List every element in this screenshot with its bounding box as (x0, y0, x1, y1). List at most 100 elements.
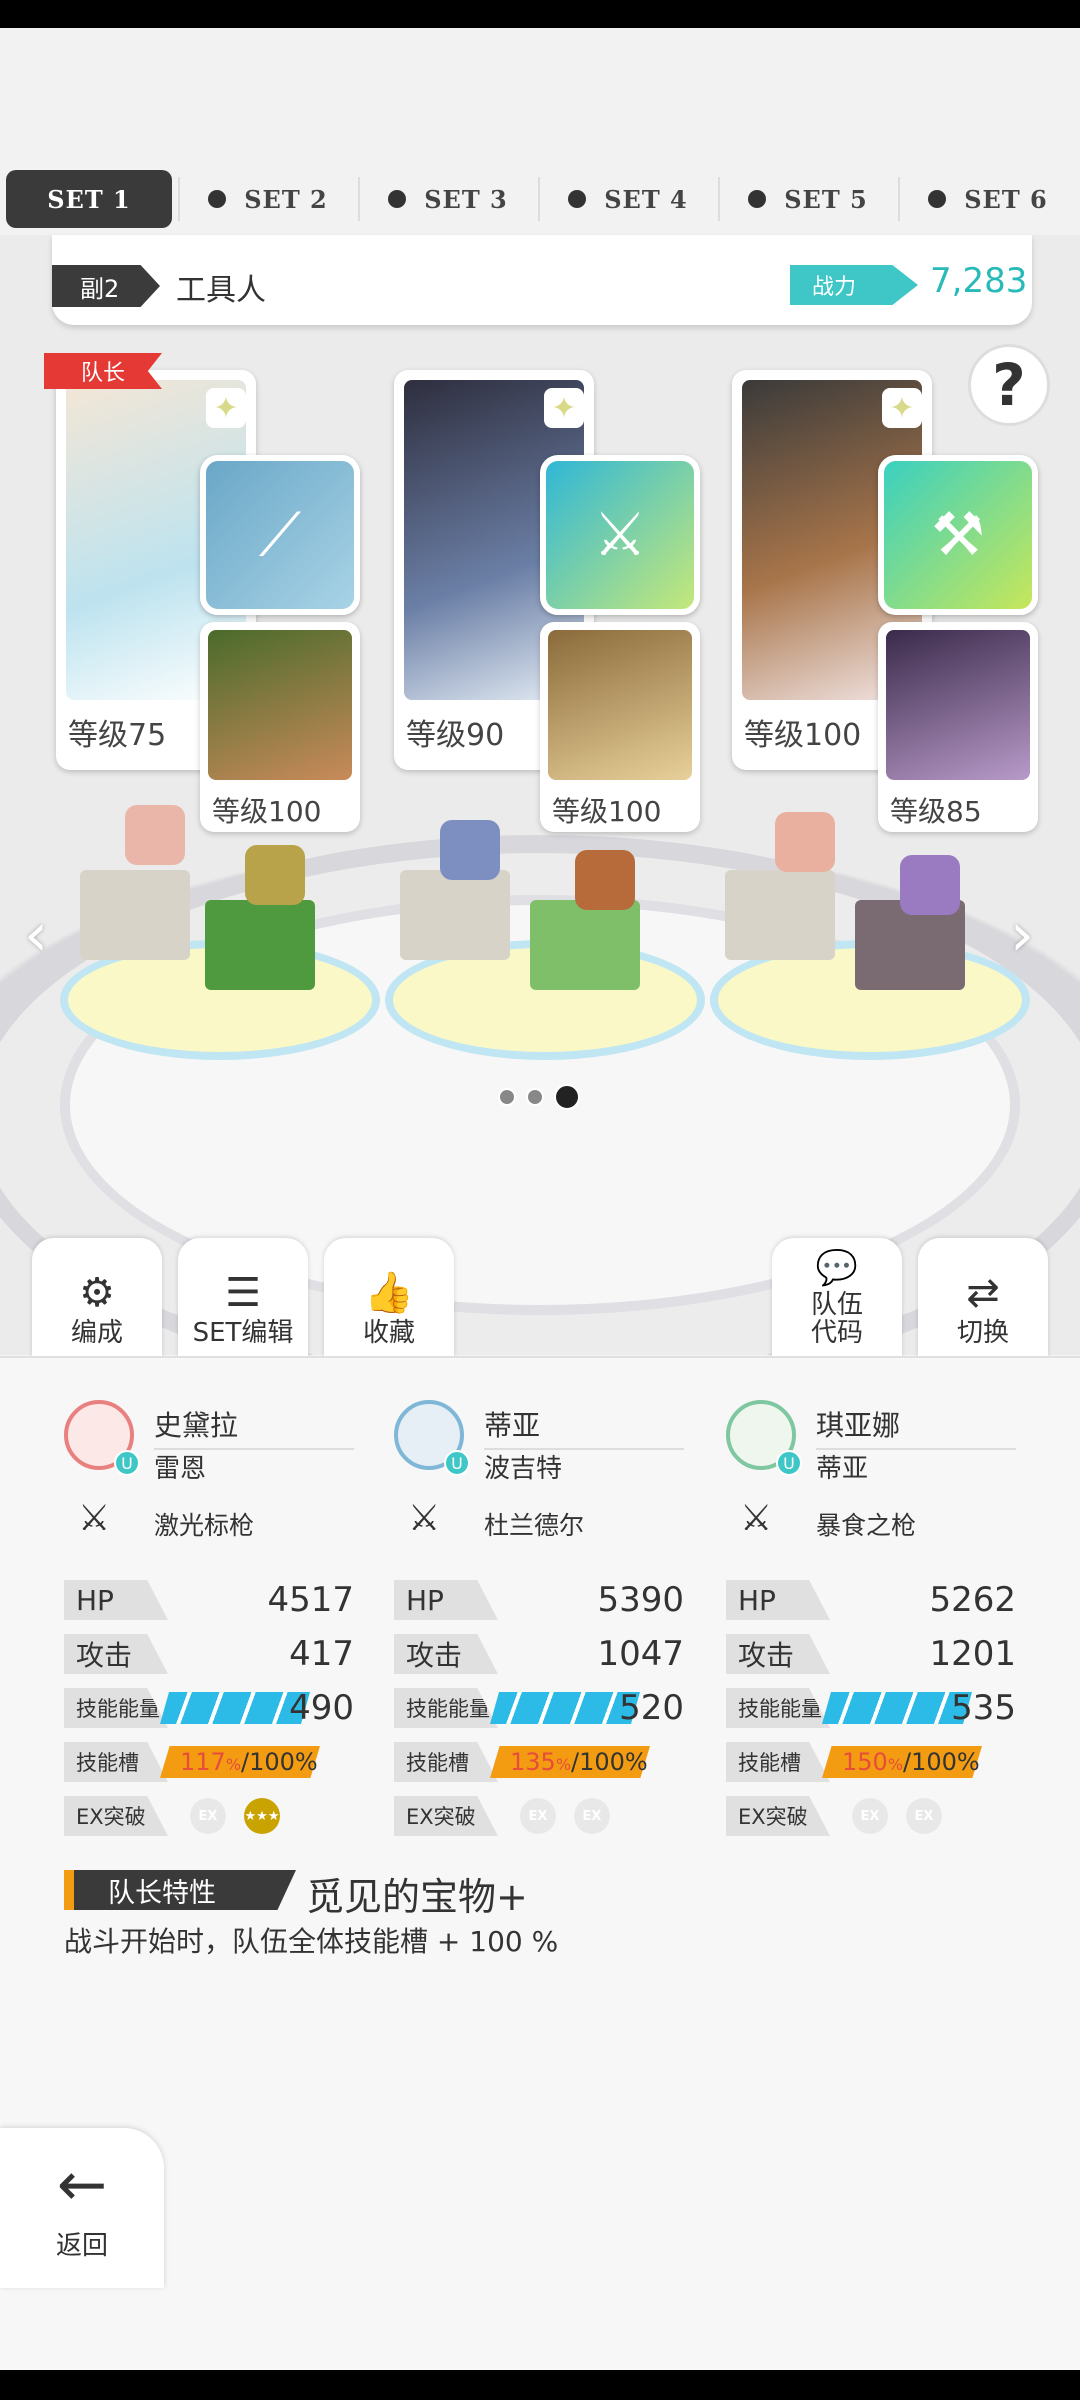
atk-row: 攻击 1047 (394, 1634, 684, 1674)
power-value: 7,283 (930, 261, 1028, 301)
character-sprite-1 (125, 805, 185, 865)
tab-set-3[interactable]: SET 3 (358, 163, 538, 235)
swap-icon: ⇄ (966, 1270, 1000, 1317)
sub-character-card-3[interactable]: 等级85 (878, 622, 1038, 832)
u-badge-icon: U (444, 1450, 470, 1476)
sub-character-card-2[interactable]: 等级100 (540, 622, 700, 832)
slot-label: 技能槽 (726, 1742, 830, 1782)
tower-block (80, 870, 190, 960)
team-code-label: 队伍 代码 (810, 1289, 863, 1349)
back-button[interactable]: ← 返回 (0, 2128, 164, 2288)
u-badge-icon: U (776, 1450, 802, 1476)
member-name: 琪亚娜 (816, 1404, 1016, 1450)
sub-character-card-1[interactable]: 等级100 (200, 622, 360, 832)
arrow-left-icon: ← (56, 2149, 108, 2220)
sub-member-name: 雷恩 (154, 1454, 207, 1484)
energy-row: 技能能量 535 (726, 1688, 1016, 1728)
weapon-slot-1[interactable]: ⟋ (200, 455, 360, 615)
slot-unit: % (555, 1755, 572, 1774)
team-code-button[interactable]: 💬 队伍 代码 (772, 1238, 902, 1358)
character-sprite-2 (440, 820, 500, 880)
favorite-button[interactable]: 👍 收藏 (324, 1238, 454, 1358)
tab-set-4[interactable]: SET 4 (538, 163, 718, 235)
sparkle-icon: ✦ (206, 388, 246, 428)
energy-row: 技能能量 520 (394, 1688, 684, 1728)
tab-set-5[interactable]: SET 5 (718, 163, 898, 235)
hp-label: HP (726, 1580, 830, 1620)
weapon-slot-2[interactable]: ⚔ (540, 455, 700, 615)
tower-block (725, 870, 835, 960)
leader-skill-tag: 队长特性 (64, 1870, 296, 1910)
weapon-name: 杜兰德尔 (484, 1511, 585, 1540)
page-dot (498, 1088, 516, 1106)
atk-label: 攻击 (64, 1634, 168, 1674)
sub-character-portrait (548, 630, 692, 780)
weapon-icon: ⚔ (78, 1498, 111, 1539)
set-edit-button[interactable]: ☰ SET编辑 (178, 1238, 308, 1358)
hp-row: HP 5390 (394, 1580, 684, 1620)
help-button[interactable]: ? (968, 344, 1050, 426)
switch-button[interactable]: ⇄ 切换 (918, 1238, 1048, 1358)
sub-sprite-1 (245, 845, 305, 905)
atk-label: 攻击 (726, 1634, 830, 1674)
power-label: 战力 (790, 265, 918, 305)
ex-star-icon: ★★★ (244, 1798, 280, 1834)
dot-icon (928, 190, 947, 208)
u-badge-icon: U (114, 1450, 140, 1476)
energy-row: 技能能量 490 (64, 1688, 354, 1728)
sub-member-name: 波吉特 (484, 1454, 563, 1484)
member-name: 蒂亚 (484, 1404, 684, 1450)
team-tag: 副2 (52, 265, 160, 307)
ex-badge-icon: EX (520, 1798, 556, 1834)
page-dot-active (554, 1084, 580, 1110)
ex-badge-icon: EX (906, 1798, 942, 1834)
slot-label: 技能槽 (64, 1742, 168, 1782)
prev-arrow-icon[interactable]: ‹ (24, 900, 48, 970)
grass-block (205, 900, 315, 990)
team-name-bar[interactable]: 副2 工具人 战力 7,283 (52, 235, 1032, 325)
grass-block (530, 900, 640, 990)
set-tabs: SET 1 SET 2 SET 3 SET 4 SET 5 SET 6 (0, 163, 1080, 235)
ex-row: EX突破 EX EX (726, 1796, 1016, 1836)
formation-button[interactable]: ⚙ 编成 (32, 1238, 162, 1358)
tab-set-6[interactable]: SET 6 (898, 163, 1078, 235)
hammer-icon: ⚒ (931, 500, 985, 570)
ex-row: EX突破 EX ★★★ (64, 1796, 354, 1836)
tab-label: SET 6 (964, 184, 1048, 214)
hp-label: HP (64, 1580, 168, 1620)
sub-character-level: 等级100 (552, 795, 662, 828)
hp-label: HP (394, 1580, 498, 1620)
sub-character-level: 等级85 (890, 795, 982, 828)
hp-row: HP 4517 (64, 1580, 354, 1620)
character-level: 等级90 (406, 718, 505, 753)
thumbs-up-icon: 👍 (364, 1270, 414, 1317)
sub-sprite-2 (575, 850, 635, 910)
energy-label: 技能能量 (726, 1688, 830, 1728)
energy-bar (490, 1692, 640, 1724)
energy-bar (160, 1692, 310, 1724)
slot-value: 135%/100% (510, 1748, 648, 1776)
weapon-slot-3[interactable]: ⚒ (878, 455, 1038, 615)
status-bar (0, 0, 1080, 28)
switch-label: 切换 (956, 1318, 1009, 1349)
tab-set-2[interactable]: SET 2 (178, 163, 358, 235)
slot-value: 150%/100% (842, 1748, 980, 1776)
dot-icon (208, 190, 227, 208)
atk-value: 1201 (929, 1634, 1016, 1674)
character-sprite-3 (775, 812, 835, 872)
energy-bar (822, 1692, 972, 1724)
ex-label: EX突破 (726, 1796, 830, 1836)
slot-row: 技能槽 150%/100% (726, 1742, 1016, 1782)
tower-block (400, 870, 510, 960)
ex-badge-icon: EX (852, 1798, 888, 1834)
slot-value: 117%/100% (180, 1748, 318, 1776)
hp-value: 5390 (597, 1580, 684, 1620)
character-level: 等级100 (744, 718, 862, 753)
spear-icon: ⟋ (259, 500, 301, 570)
slot-percent: 135 (510, 1748, 556, 1776)
ex-label: EX突破 (64, 1796, 168, 1836)
tab-set-1[interactable]: SET 1 (6, 170, 172, 228)
dot-icon (568, 190, 587, 208)
slot-unit: % (887, 1755, 904, 1774)
next-arrow-icon[interactable]: › (1010, 900, 1034, 970)
